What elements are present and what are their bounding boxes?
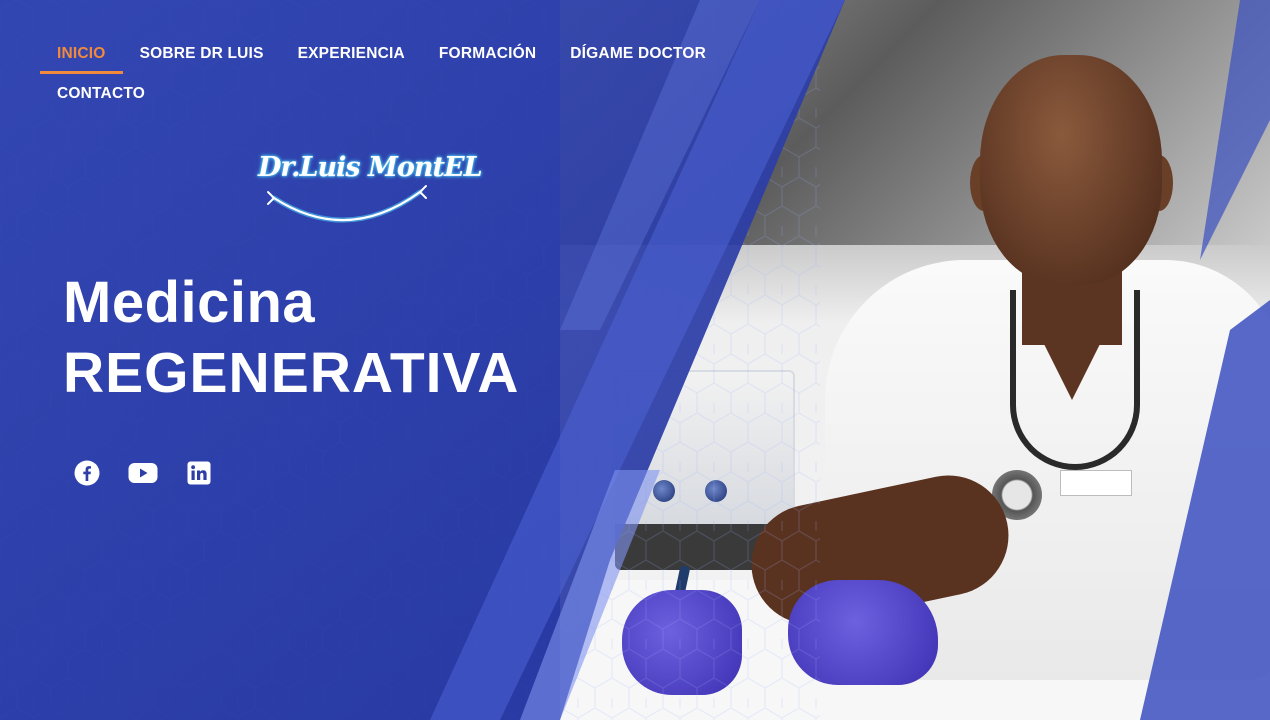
hero-section: INICIO SOBRE DR LUIS EXPERIENCIA FORMACI… [0,0,1270,720]
smile-icon [267,185,427,223]
nav-item-contacto[interactable]: CONTACTO [40,76,162,114]
main-nav: INICIO SOBRE DR LUIS EXPERIENCIA FORMACI… [40,36,740,114]
nav-item-formacion[interactable]: FORMACIÓN [422,36,553,74]
nav-item-experiencia[interactable]: EXPERIENCIA [281,36,422,74]
logo[interactable]: Dr.Luis MontEL [252,150,483,230]
hero-title-line1: Medicina [63,270,316,335]
glove-right [788,580,938,685]
glove-left [622,590,742,695]
linkedin-icon [187,461,211,485]
name-badge [1060,470,1132,496]
facebook-link[interactable] [72,458,102,488]
nav-item-digame-doctor[interactable]: DÍGAME DOCTOR [553,36,723,74]
hero-title-line2: REGENERATIVA [63,340,520,405]
youtube-icon [128,463,158,483]
social-links [72,458,214,488]
youtube-link[interactable] [128,458,158,488]
stethoscope [1010,290,1140,470]
facebook-icon [74,460,100,486]
linkedin-link[interactable] [184,458,214,488]
nav-item-inicio[interactable]: INICIO [40,36,123,74]
nav-item-sobre-dr-luis[interactable]: SOBRE DR LUIS [123,36,281,74]
hero-title: Medicina REGENERATIVA [63,268,519,408]
